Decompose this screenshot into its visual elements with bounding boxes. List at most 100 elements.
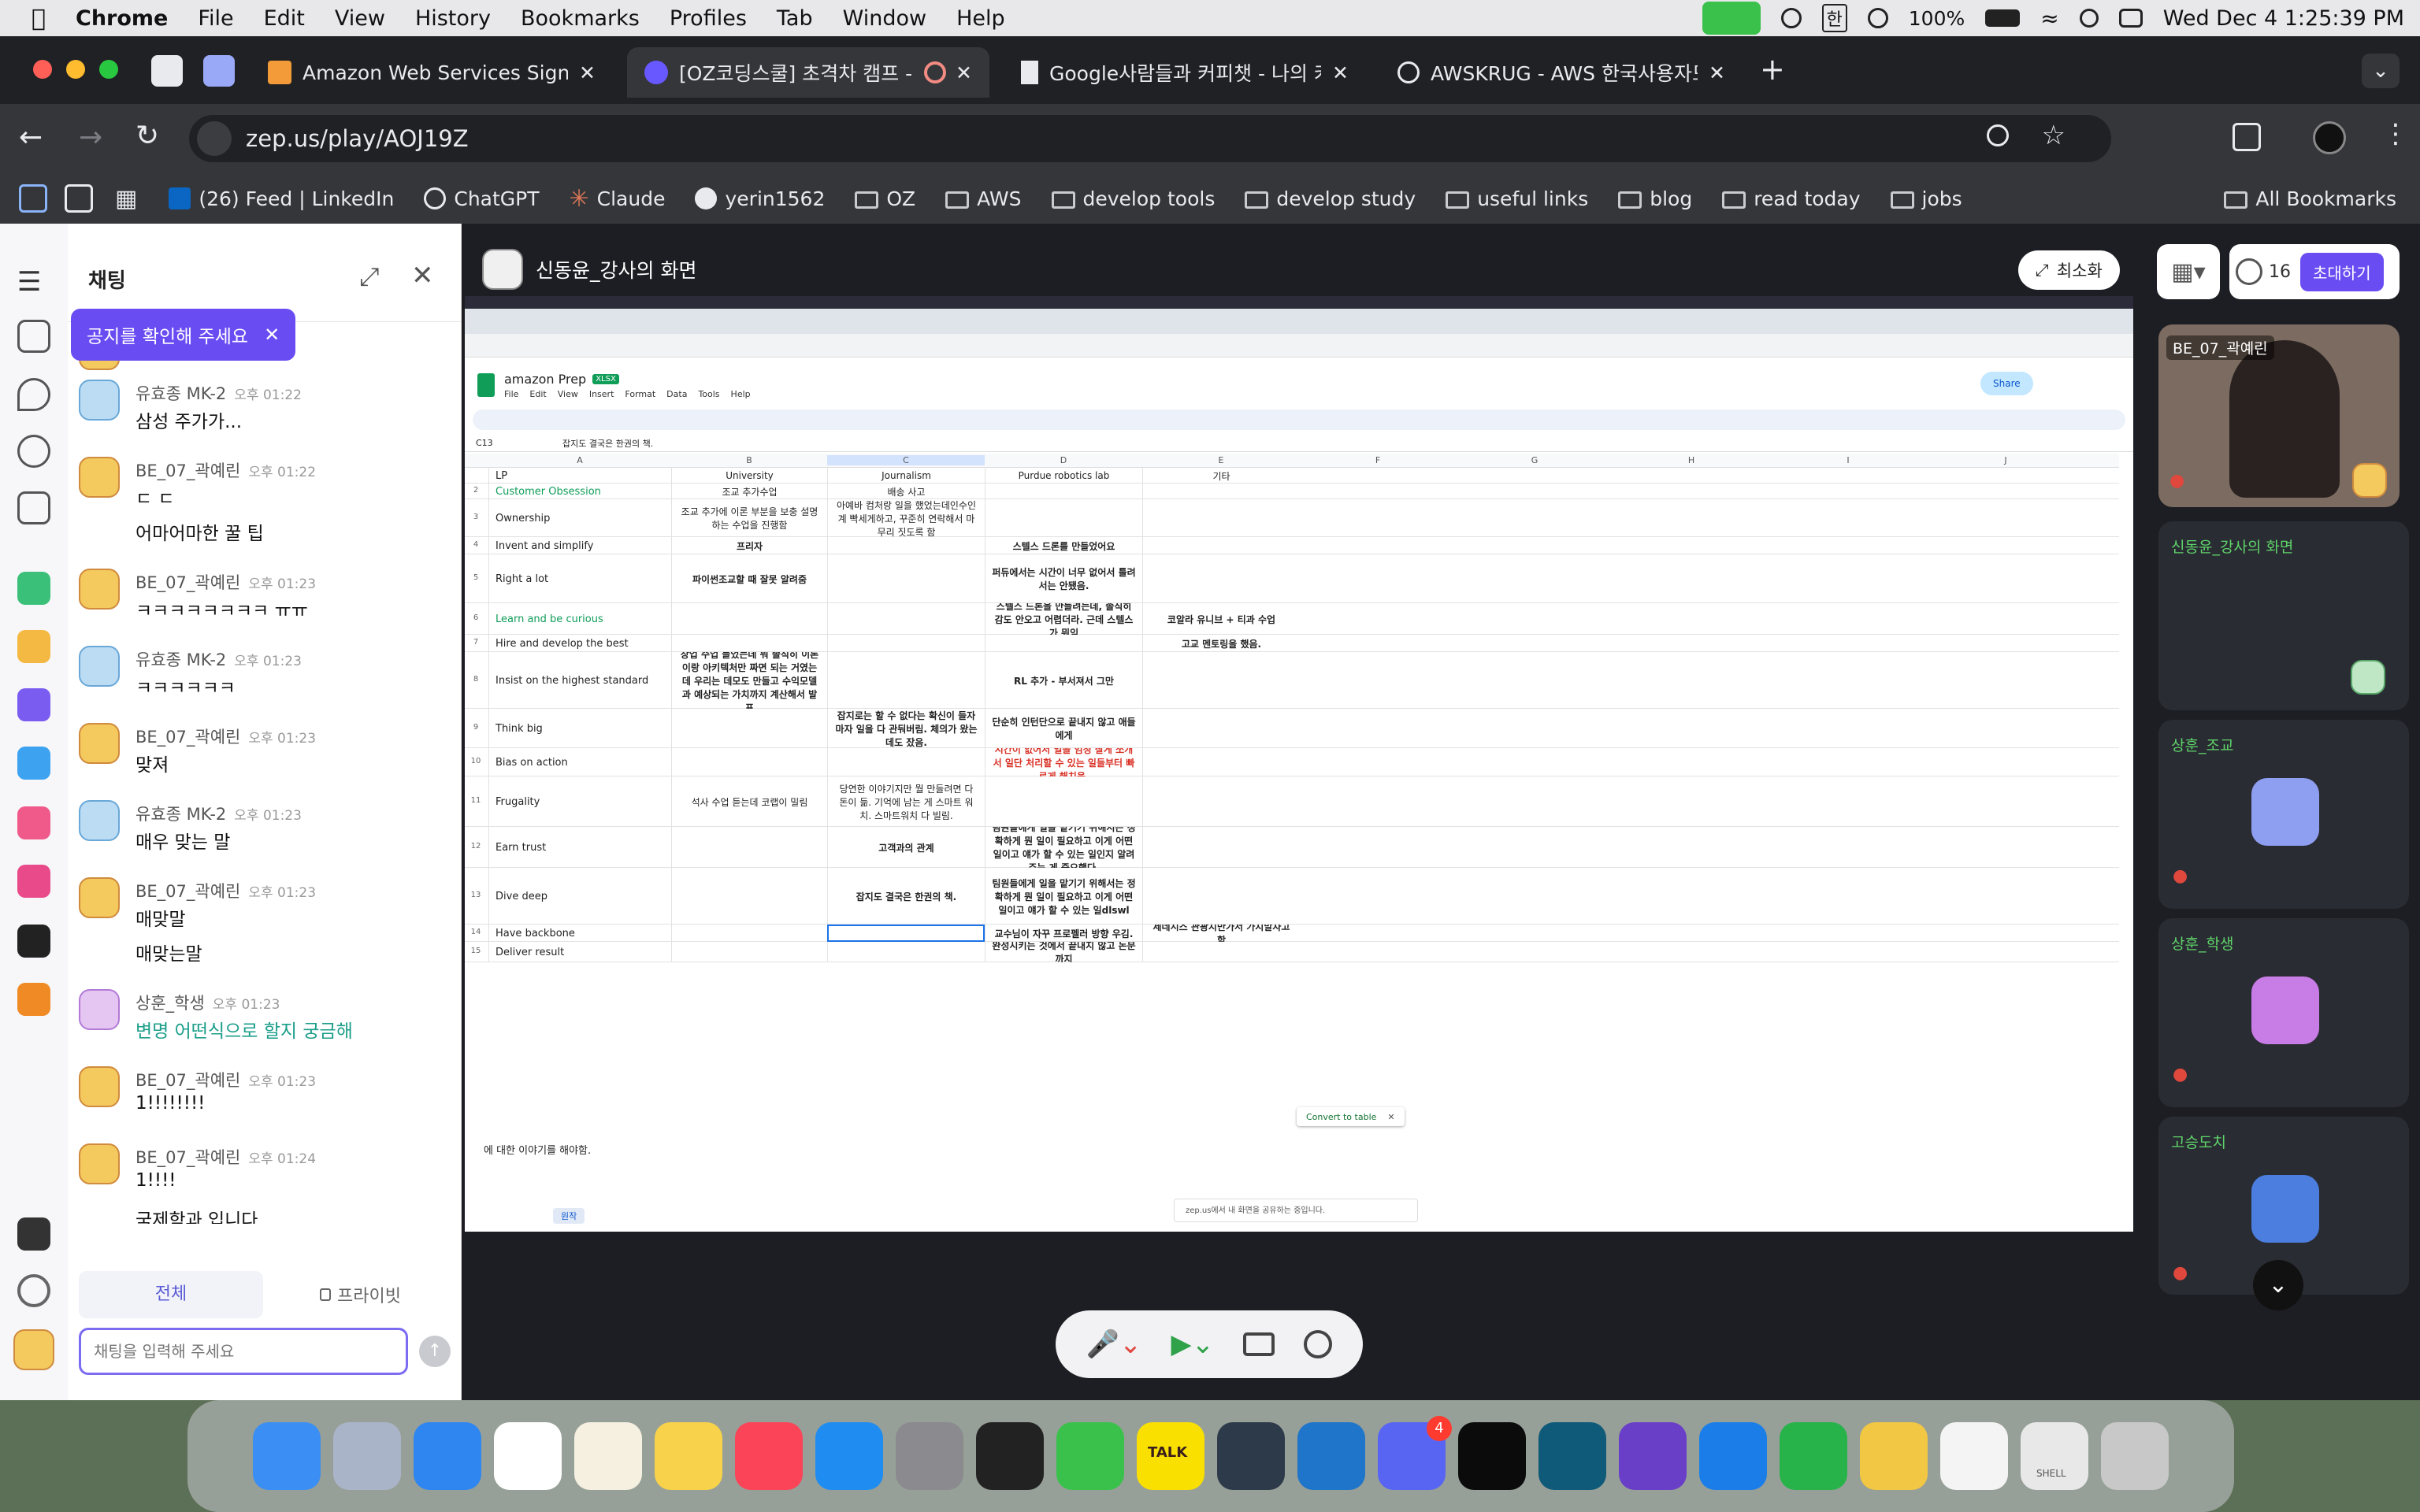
input-method-icon[interactable]: 한	[1821, 4, 1847, 32]
close-icon[interactable]: ✕	[956, 61, 972, 84]
chrome-menu-icon[interactable]: ⋮	[2382, 118, 2409, 150]
sheet-cell[interactable]: 퍼듀에서는 시간이 너무 없어서 틀려서는 안됐음.	[985, 554, 1142, 603]
extensions-icon[interactable]	[2233, 123, 2261, 151]
sheet-grid[interactable]: LP University Journalism Purdue robotics la…	[465, 468, 2119, 1177]
sheet-cell[interactable]: 석사 수업 듣는데 코랩이 밀림	[671, 776, 827, 827]
sheet-cell[interactable]: Invent and simplify	[488, 537, 671, 554]
minimize-window-button[interactable]	[66, 60, 85, 79]
sheet-menu-item[interactable]: View	[558, 389, 578, 399]
close-window-button[interactable]	[33, 60, 52, 79]
sheet-menu-item[interactable]: Data	[666, 389, 687, 399]
menu-item[interactable]: Chrome	[76, 6, 168, 31]
participant-count-button[interactable]: 16 초대하기	[2229, 244, 2400, 299]
row-number[interactable]: 3	[468, 513, 484, 521]
sheet-cell[interactable]	[671, 709, 827, 748]
sheet-cell[interactable]: 아예바 컴처랑 일을 했었는데인수인계 빡세게하고, 꾸준히 연락해서 마무리 …	[827, 499, 985, 537]
new-tab-button[interactable]: +	[1760, 52, 1785, 87]
bookmark-folder-useful-links[interactable]: useful links	[1446, 187, 1588, 210]
sheet-cell[interactable]: 팀원들에게 일을 맡기기 위해서는 정확하게 뭔 일이 필요하고 이게 어떤 일…	[985, 868, 1142, 925]
column-letter[interactable]: J	[1927, 455, 2084, 465]
sheet-cell[interactable]: 코알라 유니브 + 티과 수업	[1142, 603, 1300, 635]
sheet-cell[interactable]	[827, 652, 985, 709]
link-icon[interactable]	[17, 435, 50, 468]
sheet-cell[interactable]	[985, 484, 1142, 499]
tab-aws[interactable]: Amazon Web Services Sign-I ✕	[251, 47, 613, 98]
shared-screen[interactable]: amazon Prep XLSX File Edit View Insert Forma…	[465, 296, 2133, 1232]
chat-avatar[interactable]	[79, 1066, 120, 1107]
participant-card[interactable]: 상훈_학생 ●	[2158, 918, 2409, 1107]
sheet-row[interactable]: 7 Hire and develop the best 고교 멘토링을 했음.	[465, 635, 2119, 652]
doc-title[interactable]: amazon Prep	[504, 372, 586, 387]
sheet-cell[interactable]	[671, 635, 827, 652]
sheet-cell[interactable]: 파이썬조교할 때 잘못 알려줌	[671, 554, 827, 603]
sheet-cell[interactable]	[671, 925, 827, 942]
chat-avatar[interactable]	[79, 800, 120, 841]
sheet-row[interactable]: 9 Think big 잡지로는 할 수 없다는 확신이 들자마자 일을 다 관둬버…	[465, 709, 2119, 748]
bookmark-folder-jobs[interactable]: jobs	[1890, 187, 1962, 210]
sheet-cell[interactable]: Dive deep	[488, 868, 671, 925]
column-letter[interactable]: I	[1769, 455, 1927, 465]
music-icon[interactable]	[735, 1422, 803, 1490]
sheet-cell[interactable]	[827, 925, 985, 942]
row-number[interactable]: 6	[468, 613, 484, 622]
send-icon[interactable]: ↑	[419, 1336, 451, 1367]
row-number[interactable]: 9	[468, 723, 484, 732]
chrome-icon[interactable]	[494, 1422, 562, 1490]
sheet-cell[interactable]	[985, 499, 1142, 537]
sheet-menu-item[interactable]: Edit	[529, 389, 546, 399]
bookmark-folder-aws[interactable]: AWS	[945, 187, 1022, 210]
sheet-cell[interactable]: Journalism	[827, 468, 985, 484]
sheet-row[interactable]: 3 Ownership 조교 추가에 이론 부분을 보충 설명하는 수업을 진행함 아…	[465, 499, 2119, 537]
sheet-cell[interactable]: 팀원들에게 일을 맡기기 위해서는 정확하게 뭔 일이 필요하고 이게 어떤 일…	[985, 827, 1142, 868]
instruments-icon[interactable]	[1217, 1422, 1285, 1490]
sheet-cell[interactable]	[671, 827, 827, 868]
sheet-row[interactable]: 13 Dive deep 잡지도 결국은 한권의 책. 팀원들에게 일을 맡기기 위해…	[465, 868, 2119, 925]
sheet-menu-item[interactable]: Tools	[698, 389, 719, 399]
bookmark-star-icon[interactable]: ☆	[2042, 120, 2066, 151]
textedit-icon[interactable]	[1940, 1422, 2008, 1490]
sheet-cell[interactable]: Insist on the highest standard	[488, 652, 671, 709]
row-number[interactable]: 13	[468, 891, 484, 899]
chat-avatar[interactable]	[79, 457, 120, 498]
sheet-cell[interactable]: 창업 수업 들었는데 뭐 솔직히 이론이랑 아키텍처만 짜면 되는 거였는데 우…	[671, 652, 827, 709]
finder-icon[interactable]	[253, 1422, 321, 1490]
sheet-row[interactable]: 4 Invent and simplify 프리자 스텔스 드론를 만들었어요	[465, 537, 2119, 554]
column-letter[interactable]: D	[985, 455, 1142, 465]
sheet-cell[interactable]	[671, 603, 827, 635]
sheet-menu-item[interactable]: Help	[731, 389, 751, 399]
row-number[interactable]: 15	[468, 947, 484, 955]
sheet-cell[interactable]: 잡지도 결국은 한권의 책.	[827, 868, 985, 925]
formula-text[interactable]: 잡지도 결국은 한권의 책.	[562, 437, 653, 450]
app-crown-icon[interactable]	[17, 688, 50, 721]
search-icon[interactable]	[2079, 9, 2099, 28]
sheet-cell[interactable]	[671, 868, 827, 925]
sheet-cell[interactable]: 스텔스 드론을 만들려는데, 솔직히 감도 안오고 어렵더라. 근데 스텔스가 …	[985, 603, 1142, 635]
pinned-tab-2[interactable]	[203, 55, 235, 87]
sheet-row[interactable]: 15 Deliver result 완성시키는 것에서 끝내지 않고 논문까지	[465, 942, 2119, 962]
appstore-icon[interactable]	[815, 1422, 883, 1490]
sheet-cell[interactable]: Hire and develop the best	[488, 635, 671, 652]
chat-avatar[interactable]	[79, 989, 120, 1030]
minimize-button[interactable]: ⤢ 최소화	[2018, 250, 2120, 290]
sheet-cell[interactable]	[1142, 942, 1300, 962]
sheet-cell[interactable]	[1142, 484, 1300, 499]
chat-avatar[interactable]	[79, 877, 120, 918]
sheet-cell[interactable]: 교수님이 자꾸 프로펠러 방향 우김.	[985, 925, 1142, 942]
sheet-row[interactable]: 11 Frugality 석사 수업 듣는데 코랩이 밀림 당연한 이야기지만 뭘 만…	[465, 776, 2119, 827]
notice-tooltip[interactable]: 공지를 확인해 주세요 ✕	[71, 309, 296, 361]
sheet-row[interactable]: 12 Earn trust 고객과의 관계 팀원들에게 일을 맡기기 위해서는 정확하…	[465, 827, 2119, 868]
tab-search-button[interactable]: ⌄	[2362, 54, 2400, 88]
sheet-cell[interactable]: 스텔스 드론를 만들었어요	[985, 537, 1142, 554]
bookmark-chatgpt[interactable]: ChatGPT	[424, 187, 540, 210]
menu-item[interactable]: View	[335, 6, 385, 31]
app-exchange-icon[interactable]	[17, 925, 50, 958]
sheet-cell[interactable]: 기타	[1142, 468, 1300, 484]
kakaotalk-icon[interactable]: TALK	[1137, 1422, 1204, 1490]
sheet-cell[interactable]: Frugality	[488, 776, 671, 827]
safari-icon[interactable]	[414, 1422, 481, 1490]
obsidian-icon[interactable]	[1619, 1422, 1687, 1490]
row-number[interactable]: 12	[468, 842, 484, 850]
menu-item[interactable]: History	[415, 6, 491, 31]
menu-item[interactable]: Help	[956, 6, 1005, 31]
sheet-menu-item[interactable]: Insert	[589, 389, 614, 399]
